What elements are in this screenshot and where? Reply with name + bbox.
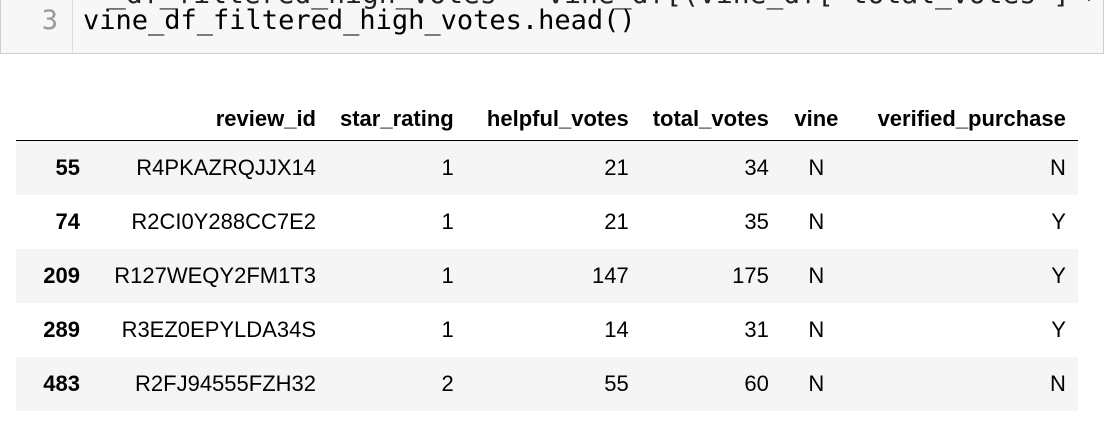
column-header-review-id: review_id (92, 98, 328, 141)
table-row: 209 R127WEQY2FM1T3 1 147 175 N Y (16, 249, 1078, 303)
line-number-gutter: 3 (1, 0, 73, 53)
cell-total-votes: 34 (744, 155, 769, 180)
cell-total-votes: 31 (744, 317, 769, 342)
cell-star-rating: 1 (441, 155, 454, 180)
column-header-star-rating: star_rating (328, 98, 466, 141)
cell-total-votes: 35 (744, 209, 769, 234)
cell-total-votes: 60 (744, 371, 769, 396)
row-index: 209 (43, 263, 80, 288)
cell-star-rating: 1 (441, 209, 454, 234)
cell-helpful-votes: 14 (604, 317, 629, 342)
column-header-verified-purchase: verified_purchase (851, 98, 1078, 141)
cell-verified-purchase: Y (1051, 263, 1066, 288)
row-index: 483 (43, 371, 80, 396)
cell-verified-purchase: Y (1051, 317, 1066, 342)
row-index: 74 (55, 209, 80, 234)
cell-review-id: R2CI0Y288CC7E2 (131, 209, 316, 234)
row-index: 55 (55, 155, 80, 180)
cell-verified-purchase: N (1049, 371, 1066, 396)
cell-review-id: R3EZ0EPYLDA34S (121, 317, 316, 342)
cell-output: review_id star_rating helpful_votes tota… (16, 98, 1078, 411)
table-row: 74 R2CI0Y288CC7E2 1 21 35 N Y (16, 195, 1078, 249)
column-header-total-votes: total_votes (640, 98, 781, 141)
cell-star-rating: 2 (441, 371, 454, 396)
table-row: 55 R4PKAZRQJJX14 1 21 34 N N (16, 140, 1078, 195)
cell-helpful-votes: 55 (604, 371, 629, 396)
cell-verified-purchase: Y (1051, 209, 1066, 234)
table-row: 289 R3EZ0EPYLDA34S 1 14 31 N Y (16, 303, 1078, 357)
dataframe-table: review_id star_rating helpful_votes tota… (16, 98, 1078, 411)
index-header (16, 98, 92, 141)
row-index: 289 (43, 317, 80, 342)
cell-helpful-votes: 147 (592, 263, 629, 288)
code-line[interactable]: vine_df_filtered_high_votes.head() (83, 5, 636, 36)
cell-star-rating: 1 (441, 263, 454, 288)
code-cell[interactable]: _df_filtered_high_votes = vine_df[(vine_… (0, 0, 1104, 54)
cell-total-votes: 175 (732, 263, 769, 288)
table-row: 483 R2FJ94555FZH32 2 55 60 N N (16, 357, 1078, 411)
header-row: review_id star_rating helpful_votes tota… (16, 98, 1078, 141)
cell-vine: N (808, 371, 825, 396)
cell-verified-purchase: N (1049, 155, 1066, 180)
cell-review-id: R4PKAZRQJJX14 (136, 155, 316, 180)
cell-star-rating: 1 (441, 317, 454, 342)
cell-helpful-votes: 21 (604, 155, 629, 180)
column-header-vine: vine (780, 98, 852, 141)
cell-vine: N (808, 209, 825, 234)
cell-vine: N (808, 317, 825, 342)
cell-review-id: R2FJ94555FZH32 (135, 371, 316, 396)
cell-vine: N (808, 263, 825, 288)
column-header-helpful-votes: helpful_votes (465, 98, 641, 141)
cell-review-id: R127WEQY2FM1T3 (114, 263, 316, 288)
cell-vine: N (808, 155, 825, 180)
cell-helpful-votes: 21 (604, 209, 629, 234)
line-number: 3 (41, 5, 58, 36)
